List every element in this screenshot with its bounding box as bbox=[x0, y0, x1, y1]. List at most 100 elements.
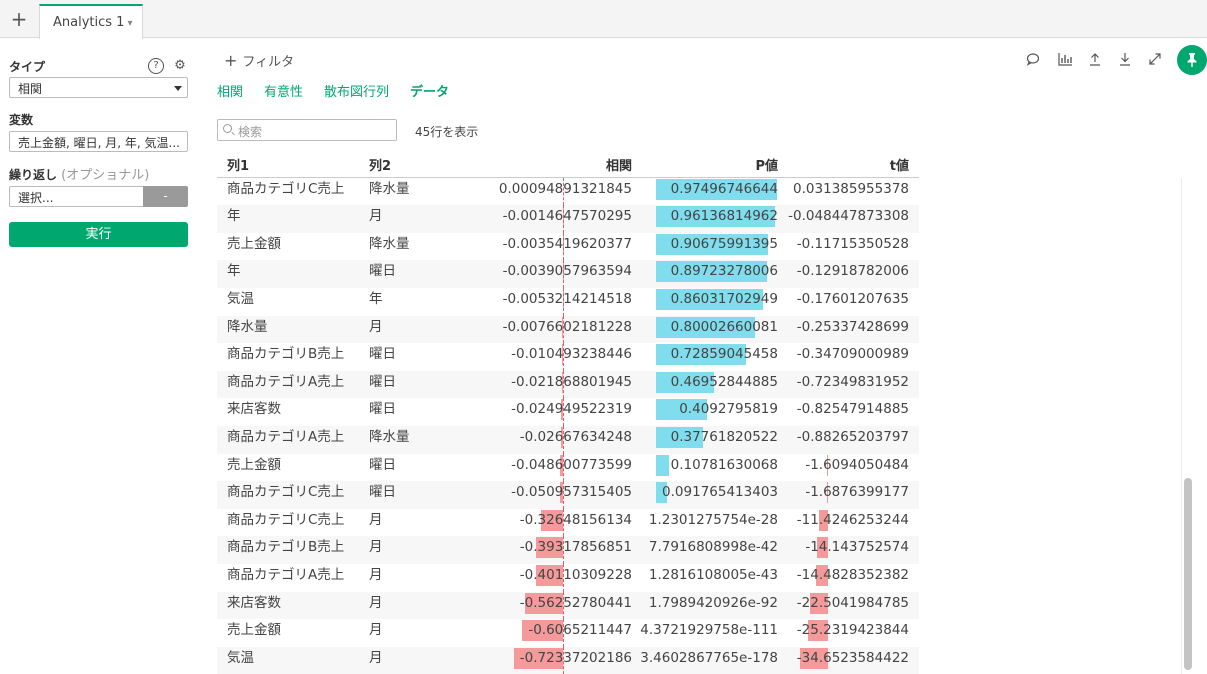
filter-label: フィルタ bbox=[242, 55, 295, 70]
add-filter-button[interactable]: + フィルタ bbox=[224, 51, 294, 70]
cell-col1: 商品カテゴリA売上 bbox=[227, 429, 345, 445]
table-row[interactable]: 商品カテゴリB売上 月 -0.39317856851 7.7916808998e-42… bbox=[217, 536, 919, 564]
cell-correlation: -0.02667634248 bbox=[519, 429, 632, 445]
cell-t-value: -0.17601207635 bbox=[796, 291, 909, 307]
cell-col2: 降水量 bbox=[369, 235, 410, 252]
column-header-correlation[interactable]: 相関 bbox=[606, 155, 632, 174]
cell-col2: 降水量 bbox=[369, 429, 410, 445]
table-row[interactable]: 来店客数 月 -0.56252780441 1.7989420926e-92 -22.5… bbox=[217, 591, 919, 620]
table-row[interactable]: 売上金額 曜日 -0.048600773599 0.10781630068 -1.609… bbox=[217, 453, 919, 482]
cell-col2: 曜日 bbox=[369, 346, 396, 363]
tab-significance[interactable]: 有意性 bbox=[264, 81, 303, 100]
table-row[interactable]: 来店客数 曜日 -0.024949522319 0.4092795819 -0.8254… bbox=[217, 398, 919, 426]
table-row[interactable]: 気温 年 -0.0053214214518 0.86031702949 -0.17601… bbox=[217, 288, 919, 316]
help-icon[interactable]: ? bbox=[148, 58, 164, 74]
variables-select[interactable]: 売上金額, 曜日, 月, 年, 気温... bbox=[9, 131, 188, 152]
cell-col1: 売上金額 bbox=[227, 622, 281, 639]
cell-p-value: 0.96136814962 bbox=[670, 208, 778, 225]
table-row[interactable]: 売上金額 月 -0.6065211447 4.3721929758e-111 -25.2… bbox=[217, 619, 919, 647]
repeat-optional-label: (オプショナル) bbox=[61, 168, 150, 183]
download-icon[interactable] bbox=[1117, 52, 1133, 68]
cell-col1: 商品カテゴリB売上 bbox=[227, 539, 345, 556]
tab-analytics-1[interactable]: Analytics 1 ▾ bbox=[39, 4, 143, 39]
tab-data[interactable]: データ bbox=[410, 81, 449, 100]
tab-correlation[interactable]: 相関 bbox=[217, 81, 243, 100]
table-row[interactable]: 商品カテゴリA売上 曜日 -0.021868801945 0.46952844885 -… bbox=[217, 370, 919, 399]
cell-p-value: 0.97496746644 bbox=[670, 180, 778, 197]
cell-p-value: 0.89723278006 bbox=[670, 263, 778, 280]
cell-correlation: -0.0035419620377 bbox=[502, 235, 632, 252]
table-row[interactable]: 商品カテゴリC売上 降水量 0.00094891321845 0.9749674664… bbox=[217, 178, 919, 206]
pin-icon[interactable] bbox=[1177, 45, 1207, 75]
add-tab-button[interactable]: + bbox=[6, 6, 32, 32]
cell-col2: 曜日 bbox=[369, 401, 396, 418]
type-select[interactable]: 相関 bbox=[9, 77, 188, 98]
table-body: 商品カテゴリC売上 降水量 0.00094891321845 0.9749674664… bbox=[217, 178, 919, 674]
chevron-down-icon[interactable]: ▾ bbox=[127, 18, 132, 29]
cell-t-value: -0.72349831952 bbox=[796, 373, 909, 390]
expand-icon[interactable] bbox=[1147, 52, 1163, 68]
plus-icon: + bbox=[224, 51, 238, 70]
cell-p-value: 1.2816108005e-43 bbox=[648, 567, 778, 583]
cell-correlation: -0.72337202186 bbox=[519, 649, 632, 666]
cell-col2: 月 bbox=[369, 511, 383, 528]
cell-correlation: -0.0076602181228 bbox=[502, 318, 632, 335]
table-row[interactable]: 商品カテゴリA売上 月 -0.40110309228 1.2816108005e-43… bbox=[217, 564, 919, 592]
cell-correlation: -0.32648156134 bbox=[519, 511, 632, 528]
cell-correlation: -0.0053214214518 bbox=[502, 291, 632, 307]
table-row[interactable]: 商品カテゴリC売上 曜日 -0.050957315405 0.091765413403… bbox=[217, 481, 919, 509]
cell-correlation: -0.39317856851 bbox=[519, 539, 632, 556]
cell-t-value: -0.34709000989 bbox=[796, 346, 909, 363]
cell-correlation: -0.6065211447 bbox=[528, 622, 632, 639]
cell-t-value: -0.048447873308 bbox=[788, 208, 909, 225]
search-placeholder: 検索 bbox=[238, 125, 263, 139]
column-header-col2[interactable]: 列2 bbox=[369, 155, 391, 174]
search-input[interactable]: 検索 bbox=[217, 119, 397, 141]
cell-col2: 曜日 bbox=[369, 263, 396, 280]
comment-icon[interactable] bbox=[1025, 52, 1041, 68]
table-row[interactable]: 年 月 -0.0014647570295 0.96136814962 -0.048447… bbox=[217, 205, 919, 233]
cell-col2: 月 bbox=[369, 567, 383, 583]
cell-col1: 商品カテゴリC売上 bbox=[227, 180, 345, 197]
cell-t-value: -22.5041984785 bbox=[796, 594, 909, 611]
cell-t-value: -0.88265203797 bbox=[796, 429, 909, 445]
table-row[interactable]: 年 曜日 -0.0039057963594 0.89723278006 -0.12918… bbox=[217, 260, 919, 288]
cell-p-value: 3.4602867765e-178 bbox=[640, 649, 778, 666]
cell-correlation: -0.0014647570295 bbox=[502, 208, 632, 225]
table-row[interactable]: 売上金額 降水量 -0.0035419620377 0.90675991395 -0.1… bbox=[217, 232, 919, 261]
repeat-select[interactable]: 選択... bbox=[9, 186, 144, 207]
column-header-col1[interactable]: 列1 bbox=[227, 155, 249, 174]
table-row[interactable]: 商品カテゴリA売上 降水量 -0.02667634248 0.37761820522 -… bbox=[217, 426, 919, 454]
tab-scatter-matrix[interactable]: 散布図行列 bbox=[324, 81, 389, 100]
cell-correlation: -0.048600773599 bbox=[511, 456, 632, 473]
cell-p-value: 1.2301275754e-28 bbox=[648, 511, 778, 528]
run-button[interactable]: 実行 bbox=[9, 222, 188, 247]
cell-col2: 曜日 bbox=[369, 484, 396, 501]
cell-col2: 月 bbox=[369, 208, 383, 225]
gear-icon[interactable]: ⚙ bbox=[172, 58, 188, 74]
cell-col2: 月 bbox=[369, 594, 383, 611]
column-header-p-value[interactable]: P値 bbox=[755, 155, 778, 174]
cell-p-value: 1.7989420926e-92 bbox=[648, 594, 778, 611]
cell-p-value: 0.80002660081 bbox=[670, 318, 778, 335]
vertical-scrollbar[interactable] bbox=[1181, 178, 1194, 674]
cell-col2: 曜日 bbox=[369, 456, 396, 473]
cell-correlation: -0.40110309228 bbox=[519, 567, 632, 583]
scrollbar-thumb[interactable] bbox=[1184, 478, 1192, 670]
cell-p-value: 0.90675991395 bbox=[670, 235, 778, 252]
chart-icon[interactable] bbox=[1057, 52, 1073, 68]
cell-p-value: 0.10781630068 bbox=[670, 456, 778, 473]
table-row[interactable]: 商品カテゴリB売上 曜日 -0.010493238446 0.72859045458 -… bbox=[217, 343, 919, 371]
cell-correlation: -0.0039057963594 bbox=[502, 263, 632, 280]
upload-icon[interactable] bbox=[1087, 52, 1103, 68]
table-row[interactable]: 降水量 月 -0.0076602181228 0.80002660081 -0.2533… bbox=[217, 315, 919, 344]
table-row[interactable]: 商品カテゴリC売上 月 -0.32648156134 1.2301275754e-28… bbox=[217, 508, 919, 537]
cell-col2: 月 bbox=[369, 649, 383, 666]
cell-t-value: -0.82547914885 bbox=[796, 401, 909, 418]
table-row[interactable]: 気温 月 -0.72337202186 3.4602867765e-178 -34.65… bbox=[217, 646, 919, 674]
column-header-t-value[interactable]: t値 bbox=[890, 155, 909, 174]
repeat-remove-button[interactable]: - bbox=[143, 186, 188, 207]
cell-correlation: -0.024949522319 bbox=[511, 401, 632, 418]
cell-col2: 降水量 bbox=[369, 180, 410, 197]
row-count: 45行を表示 bbox=[415, 125, 479, 139]
